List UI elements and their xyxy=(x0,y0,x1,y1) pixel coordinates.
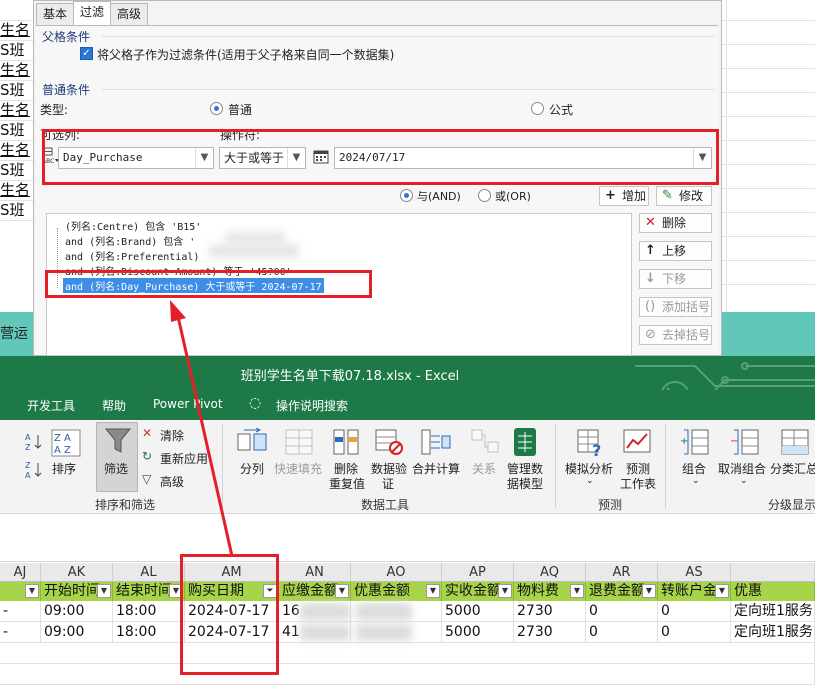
annotation-arrow xyxy=(170,300,234,557)
